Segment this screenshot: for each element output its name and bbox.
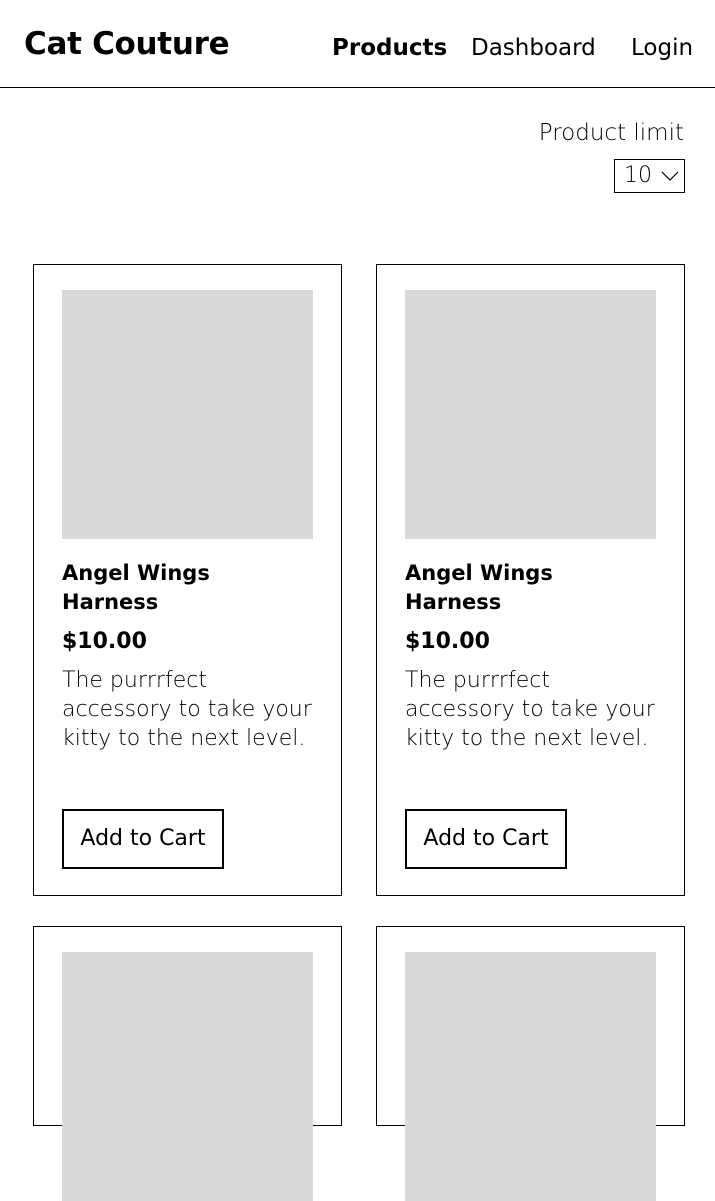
add-to-cart-button[interactable]: Add to Cart <box>405 809 567 869</box>
product-description: The purrrfect accessory to take your kit… <box>62 668 312 751</box>
product-image <box>405 290 656 539</box>
product-price: $10.00 <box>62 629 147 654</box>
product-card <box>33 926 342 1201</box>
product-name: Angel Wings Harness <box>62 561 210 614</box>
product-name: Angel Wings Harness <box>405 561 553 614</box>
nav-login-link[interactable]: Login <box>631 32 693 64</box>
product-description: The purrrfect accessory to take your kit… <box>405 668 655 751</box>
add-to-cart-button[interactable]: Add to Cart <box>62 809 224 869</box>
product-card <box>376 926 685 1201</box>
product-card: Angel Wings Harness $10.00 The purrrfect… <box>376 264 685 896</box>
product-limit-select[interactable]: 10 <box>614 159 685 193</box>
product-image <box>405 952 656 1201</box>
product-image <box>62 290 313 539</box>
site-header: Cat Couture Products Dashboard Login <box>0 0 715 88</box>
product-price: $10.00 <box>405 629 490 654</box>
brand-logo[interactable]: Cat Couture <box>24 24 230 64</box>
chevron-down-icon <box>661 171 679 181</box>
nav-dashboard-link[interactable]: Dashboard <box>471 32 596 64</box>
product-limit-value: 10 <box>624 163 652 188</box>
product-limit-label: Product limit <box>538 120 684 146</box>
product-image <box>62 952 313 1201</box>
product-card: Angel Wings Harness $10.00 The purrrfect… <box>33 264 342 896</box>
nav-products-link[interactable]: Products <box>332 32 447 64</box>
